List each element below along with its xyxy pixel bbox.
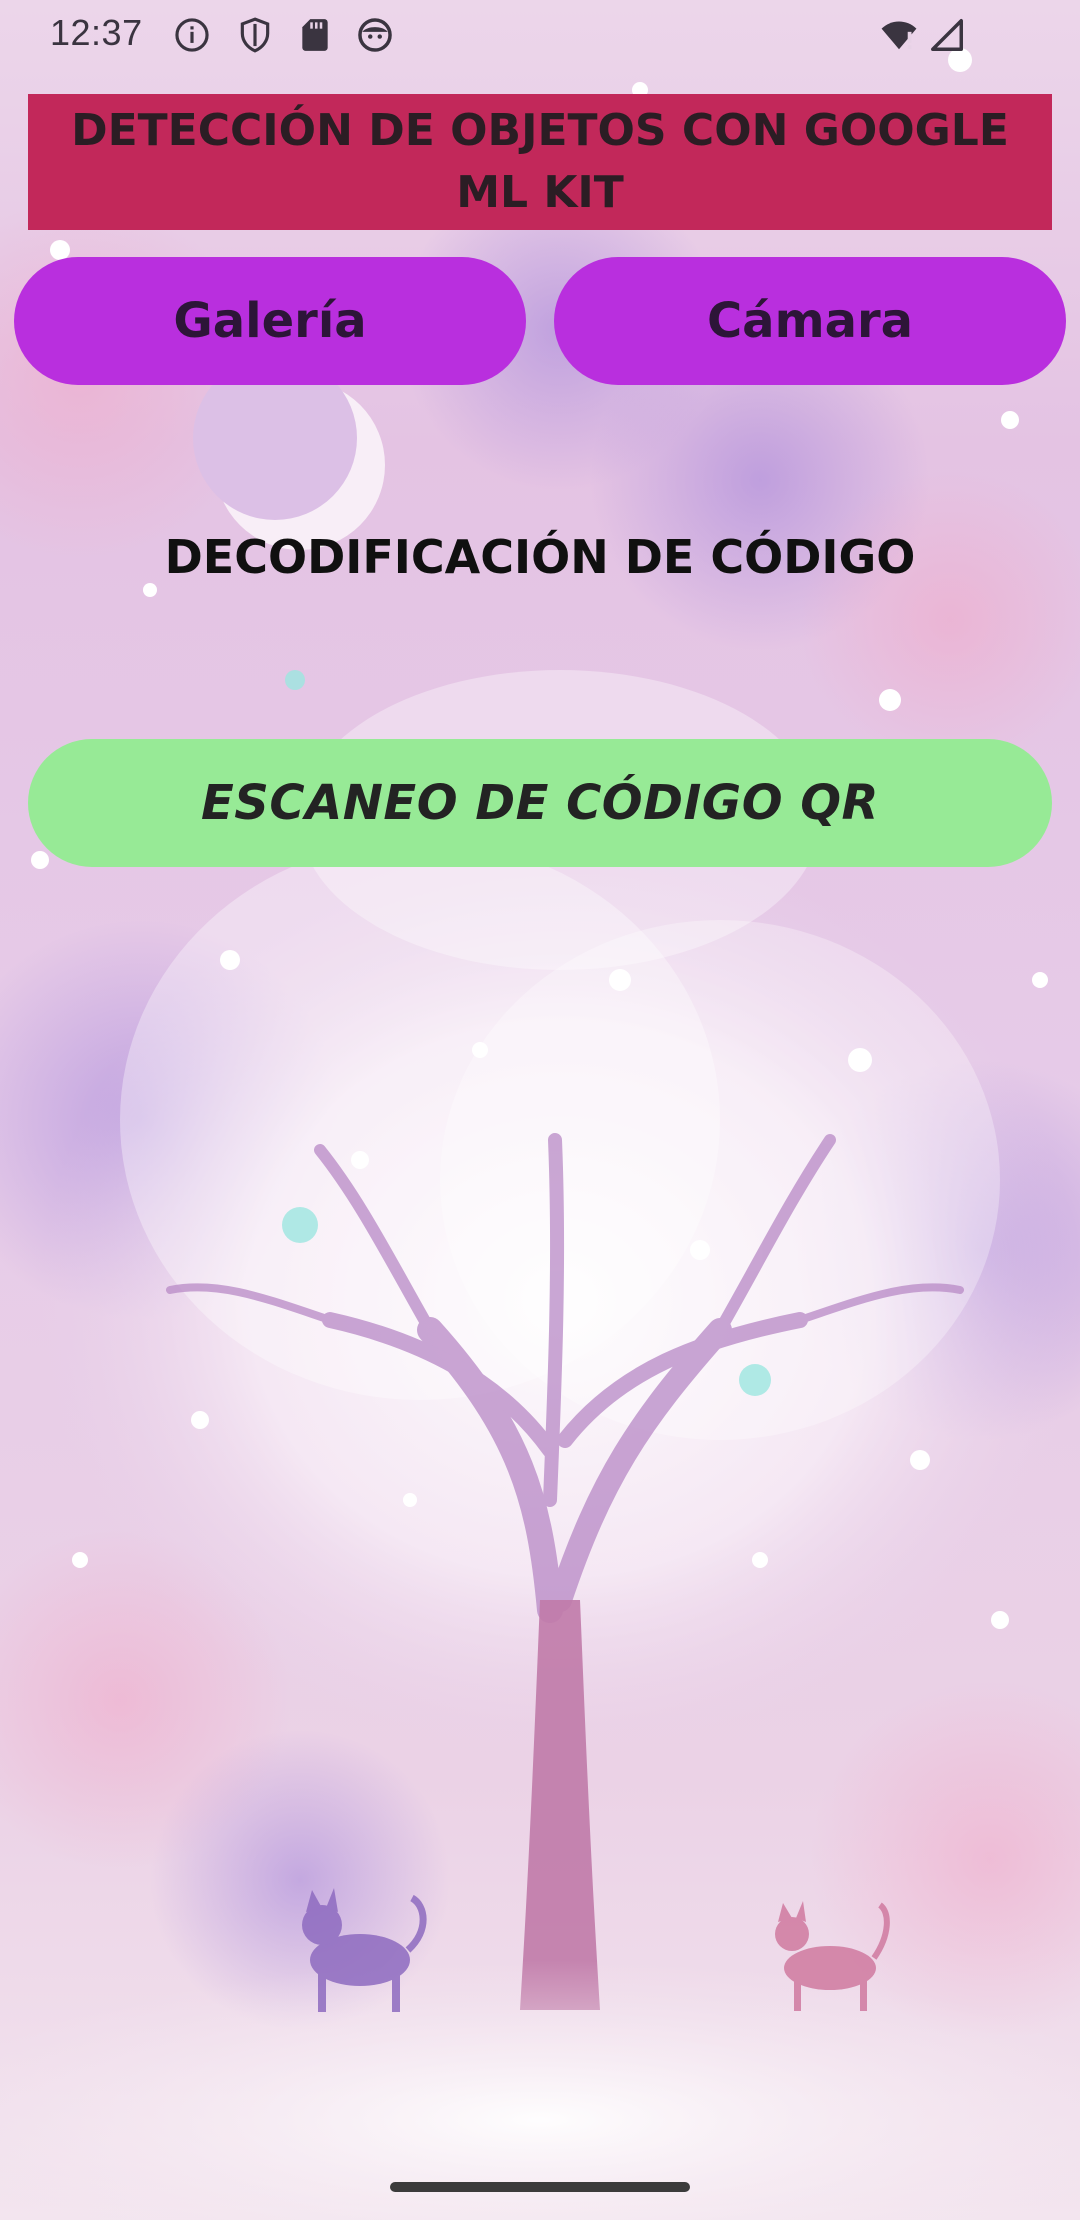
section-title: DECODIFICACIÓN DE CÓDIGO [164, 530, 916, 584]
wifi-alert-icon [881, 21, 917, 50]
camera-button-label: Cámara [706, 293, 914, 349]
gallery-button-label: Galería [173, 293, 367, 349]
signal-icon [931, 19, 963, 51]
title-banner: DETECCIÓN DE OBJETOS CON GOOGLE ML KIT [28, 94, 1052, 230]
camera-button[interactable]: Cámara [554, 257, 1066, 385]
cat-left-silhouette [302, 1888, 427, 2012]
cat-right-silhouette [775, 1901, 890, 2011]
info-icon [175, 18, 209, 52]
status-bar: 12:37 [0, 0, 1080, 66]
app-screen: 12:37 DETECCIÓN DE OBJETOS CON GOOGLE ML… [0, 0, 1080, 2220]
gesture-nav-bar[interactable] [390, 2182, 690, 2192]
face-icon [358, 18, 392, 52]
scan-qr-button-label: ESCANEO DE CÓDIGO QR [201, 775, 879, 831]
scan-qr-button[interactable]: ESCANEO DE CÓDIGO QR [28, 739, 1052, 867]
gallery-button[interactable]: Galería [14, 257, 526, 385]
page-title: DETECCIÓN DE OBJETOS CON GOOGLE ML KIT [71, 105, 1009, 218]
sd-card-icon [302, 19, 328, 51]
shield-icon [240, 17, 270, 53]
status-time: 12:37 [50, 12, 143, 53]
